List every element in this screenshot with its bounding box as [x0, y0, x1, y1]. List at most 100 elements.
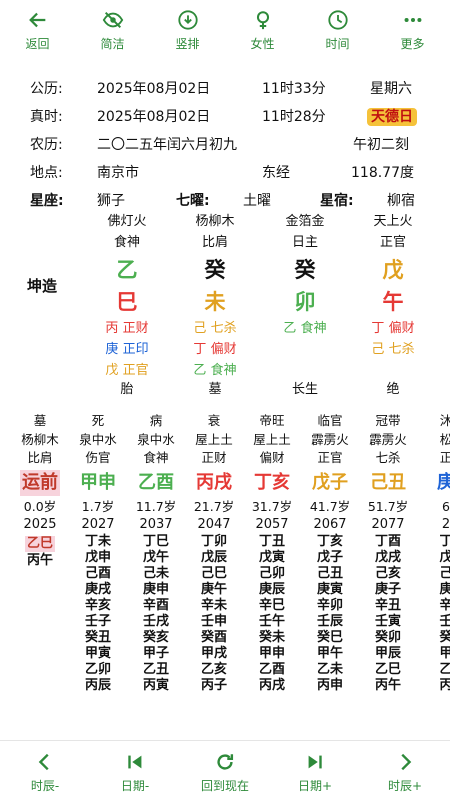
- liunian-item: 辛巳: [258, 598, 285, 613]
- dayun-gz-text: 庚: [437, 471, 450, 493]
- liunian-item: 壬申: [200, 614, 227, 629]
- liunian-item: 乙: [439, 662, 450, 677]
- simple-mode-label: 简洁: [100, 37, 125, 51]
- dayun-column[interactable]: 冠带 霹雳火 七杀 己丑 51.7岁 2077 丁酉 戊戌 己亥 庚子 辛丑 壬寅 癸卯 甲辰 乙巳 丙午: [359, 412, 417, 694]
- hidden-stem-shishen: 食神: [210, 363, 237, 378]
- xingzuo-key: 星座:: [30, 193, 64, 209]
- dayun-gz-text: 己丑: [370, 471, 406, 493]
- skip-previous-icon: [128, 755, 142, 769]
- yunqian-label: 运前: [20, 469, 60, 496]
- dayun-column[interactable]: 临官 霹雳火 正官 戊子 41.7岁 2067 丁亥 戊子 己丑 庚寅 辛卯 壬辰 癸巳 甲午 乙未 丙申: [301, 412, 359, 694]
- dayun-nayin: 霹雳火: [369, 431, 407, 447]
- nongli-date: 二〇二五年闰六月初九: [97, 137, 237, 153]
- liunian-item: 甲子: [142, 646, 169, 661]
- zhenshi-key: 真时:: [30, 109, 63, 125]
- chevron-left-icon: [38, 753, 49, 771]
- bottom-bar: 时辰- 日期- 回到现在 日期+ 时辰+: [0, 740, 450, 800]
- dayun-nayin: 屋上土: [253, 431, 291, 447]
- dayun-column[interactable]: 衰屋上土 正财 丙戌 21.7岁 2047 丁卯 戊辰 己巳 庚午 辛未 壬申 癸酉 甲戌 乙亥 丙子: [185, 412, 243, 694]
- pillar-gan: 癸: [294, 258, 316, 282]
- pillar-hidden-stem: 己 七杀: [165, 319, 265, 338]
- dayun-column[interactable]: 帝旺 屋上土 偏财 丁亥 31.7岁 2057 丁丑 戊寅 己卯 庚辰 辛巳 壬午 癸未 甲申 乙酉 丙戌: [243, 412, 301, 694]
- pillar-zhi: 未: [204, 290, 226, 314]
- dayun-start-year: 2077: [371, 517, 405, 532]
- pillar-zhi: 卯: [294, 290, 316, 314]
- liunian-item: 戊子: [316, 550, 343, 565]
- liunian-item: 庚辰: [258, 582, 285, 597]
- dayun-column[interactable]: 沐松正庚62丁戊己庚辛壬癸甲乙丙: [417, 412, 450, 694]
- more-button[interactable]: 更多: [375, 0, 450, 60]
- dayun-state: 墓: [33, 413, 47, 428]
- dayun-ganzhi: 甲申: [69, 470, 127, 496]
- dayun-ganzhi: 戊子: [301, 470, 359, 496]
- hidden-stem-shishen: 正印: [122, 342, 149, 357]
- dayun-age: 31.7岁: [251, 498, 293, 514]
- city: 南京市: [97, 165, 139, 181]
- hour-minus-button[interactable]: 时辰-: [0, 741, 90, 800]
- liunian-item: 乙丑: [142, 662, 169, 677]
- liunian-item: 己: [439, 566, 450, 581]
- dayun-gz-text: 甲申: [80, 471, 116, 493]
- liunian-item: 己丑: [316, 566, 343, 581]
- date-minus-button[interactable]: 日期-: [90, 741, 180, 800]
- longitude: 118.77度: [351, 165, 414, 181]
- dayun-column-pre[interactable]: 墓杨柳木 比肩 运前 0.0岁 2025 乙巳 丙午: [11, 412, 69, 569]
- liunian-item: 戊寅: [258, 550, 285, 565]
- hour-plus-button[interactable]: 时辰+: [360, 741, 450, 800]
- liunian-item: 乙卯: [84, 662, 111, 677]
- dayun-start-year: 2025: [23, 517, 57, 532]
- hidden-stem-shishen: 偏财: [388, 321, 415, 336]
- hidden-stem-gan: 己: [371, 342, 385, 357]
- jing-label: 东经: [262, 165, 290, 181]
- liunian-item: 癸丑: [84, 630, 111, 645]
- pillar-shishen: 正官: [379, 235, 406, 250]
- liunian-item: 戊申: [84, 550, 111, 565]
- xingzuo-value: 狮子: [97, 193, 125, 209]
- date-plus-button[interactable]: 日期+: [270, 741, 360, 800]
- liunian-item: 戊午: [142, 550, 169, 565]
- pillar-hidden-stem: 丙 正财: [77, 319, 177, 338]
- more-label: 更多: [400, 37, 425, 51]
- vertical-layout-button[interactable]: 竖排: [150, 0, 225, 60]
- liunian-item: 丙申: [316, 678, 343, 693]
- pillar-gan: 乙: [116, 258, 138, 282]
- pillar-hidden-stem: 庚 正印: [77, 340, 177, 359]
- dayun-ganzhi: 丙戌: [185, 470, 243, 496]
- dayun-start-year: 2027: [81, 517, 115, 532]
- dayun-column[interactable]: 死泉中水 伤官 甲申 1.7岁 2027 丁未 戊申 己酉 庚戌 辛亥 壬子 癸丑 甲寅 乙卯 丙辰: [69, 412, 127, 694]
- gongli-key: 公历:: [30, 81, 63, 97]
- hidden-stem-gan: 丁: [371, 321, 385, 336]
- pillar-nayin: 天上火: [373, 214, 413, 229]
- dayun-shishen: 比肩: [27, 450, 53, 465]
- time-button[interactable]: 时间: [300, 0, 375, 60]
- pillar-shishen: 比肩: [201, 235, 228, 250]
- dayun-state: 病: [149, 413, 163, 428]
- pillar-state: 长生: [291, 382, 318, 397]
- chart-label: 坤造: [27, 277, 58, 295]
- liunian-item: 丁丑: [258, 534, 285, 549]
- pillar-hidden-stem: 乙 食神: [255, 319, 355, 338]
- liunian-item: 甲寅: [84, 646, 111, 661]
- back-to-now-button[interactable]: 回到现在: [180, 741, 270, 800]
- hidden-stem-gan: 乙: [193, 363, 207, 378]
- liunian-item: 壬子: [84, 614, 111, 629]
- qiyao-key: 七曜:: [176, 193, 210, 209]
- liunian-item: 丙寅: [142, 678, 169, 693]
- dayun-shishen: 正: [439, 450, 450, 465]
- simple-mode-button[interactable]: 简洁: [75, 0, 150, 60]
- dayun-ganzhi: 运前: [11, 469, 69, 496]
- liunian-item: 丁亥: [316, 534, 343, 549]
- hidden-stem-gan: 戊: [105, 363, 119, 378]
- hour-minus-label: 时辰-: [30, 779, 60, 793]
- download-circle-icon: [177, 10, 198, 30]
- qiyao-value: 土曜: [243, 193, 271, 209]
- back-button[interactable]: 返回: [0, 0, 75, 60]
- hidden-stem-shishen: 正财: [122, 321, 149, 336]
- pillar-zhi: 午: [382, 290, 404, 314]
- eye-off-icon: [102, 11, 123, 29]
- gender-button[interactable]: 女性: [225, 0, 300, 60]
- dayun-column[interactable]: 病泉中水 食神 乙酉 11.7岁 2037 丁巳 戊午 己未 庚申 辛酉 壬戌 癸亥 甲子 乙丑 丙寅: [127, 412, 185, 694]
- pillar-gan: 癸: [204, 258, 226, 282]
- hidden-stem-gan: 丙: [105, 321, 119, 336]
- liunian-item: 戊辰: [200, 550, 227, 565]
